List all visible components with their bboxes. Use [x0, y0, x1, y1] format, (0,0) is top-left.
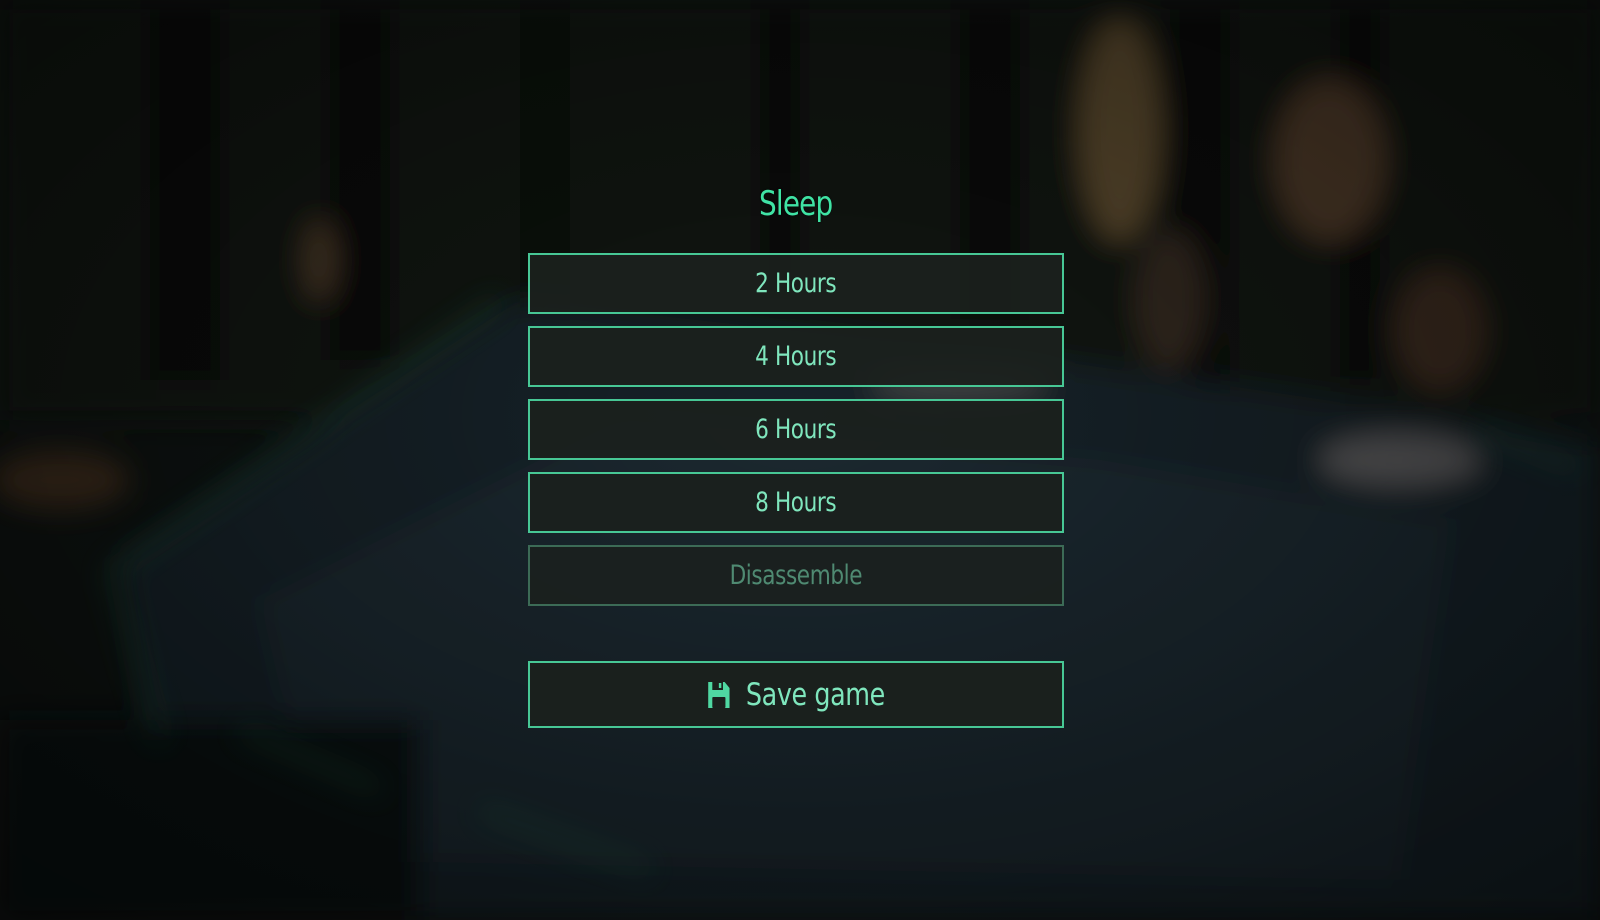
button-label: Save game	[746, 676, 886, 713]
menu-title: Sleep	[759, 184, 833, 224]
sleep-menu: Sleep 2 Hours 4 Hours 6 Hours 8 Hours Di…	[528, 178, 1064, 740]
disassemble-button: Disassemble	[528, 545, 1064, 606]
save-game-button[interactable]: Save game	[528, 661, 1064, 728]
button-label: Disassemble	[729, 560, 863, 591]
button-label: 6 Hours	[755, 414, 837, 445]
sleep-4-hours-button[interactable]: 4 Hours	[528, 326, 1064, 387]
sleep-2-hours-button[interactable]: 2 Hours	[528, 253, 1064, 314]
sleep-8-hours-button[interactable]: 8 Hours	[528, 472, 1064, 533]
button-label: 4 Hours	[755, 341, 837, 372]
sleep-6-hours-button[interactable]: 6 Hours	[528, 399, 1064, 460]
floppy-disk-icon	[707, 680, 732, 710]
button-label: 2 Hours	[755, 268, 837, 299]
button-label: 8 Hours	[755, 487, 837, 518]
save-game-content: Save game	[707, 676, 886, 713]
